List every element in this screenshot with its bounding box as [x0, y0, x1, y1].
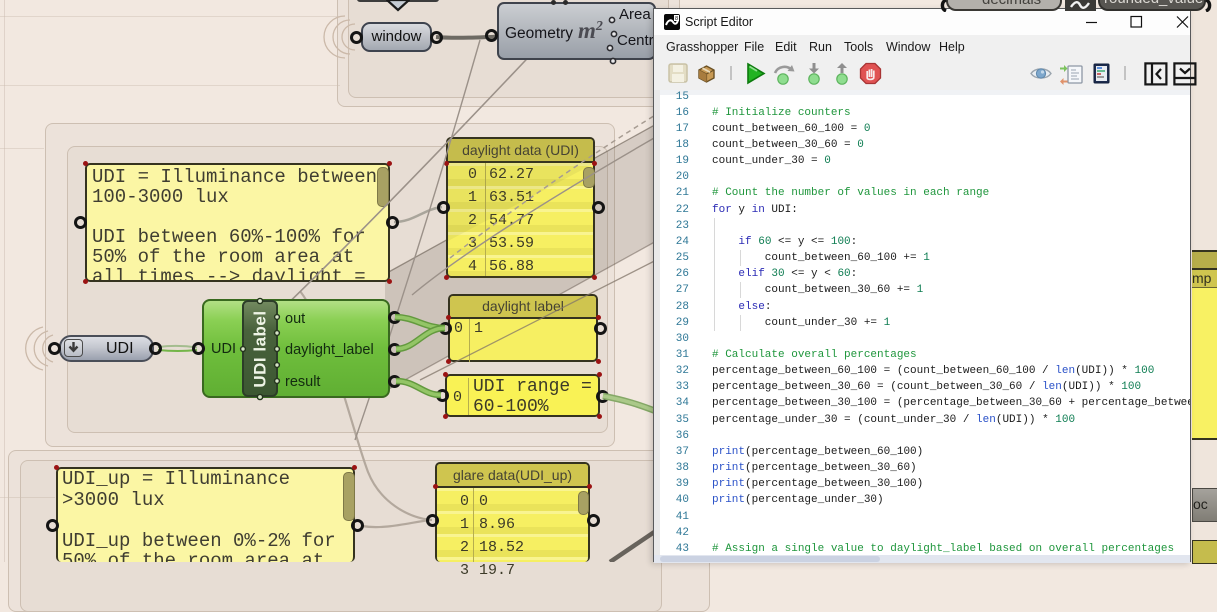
svg-text:8: 8	[675, 16, 678, 22]
